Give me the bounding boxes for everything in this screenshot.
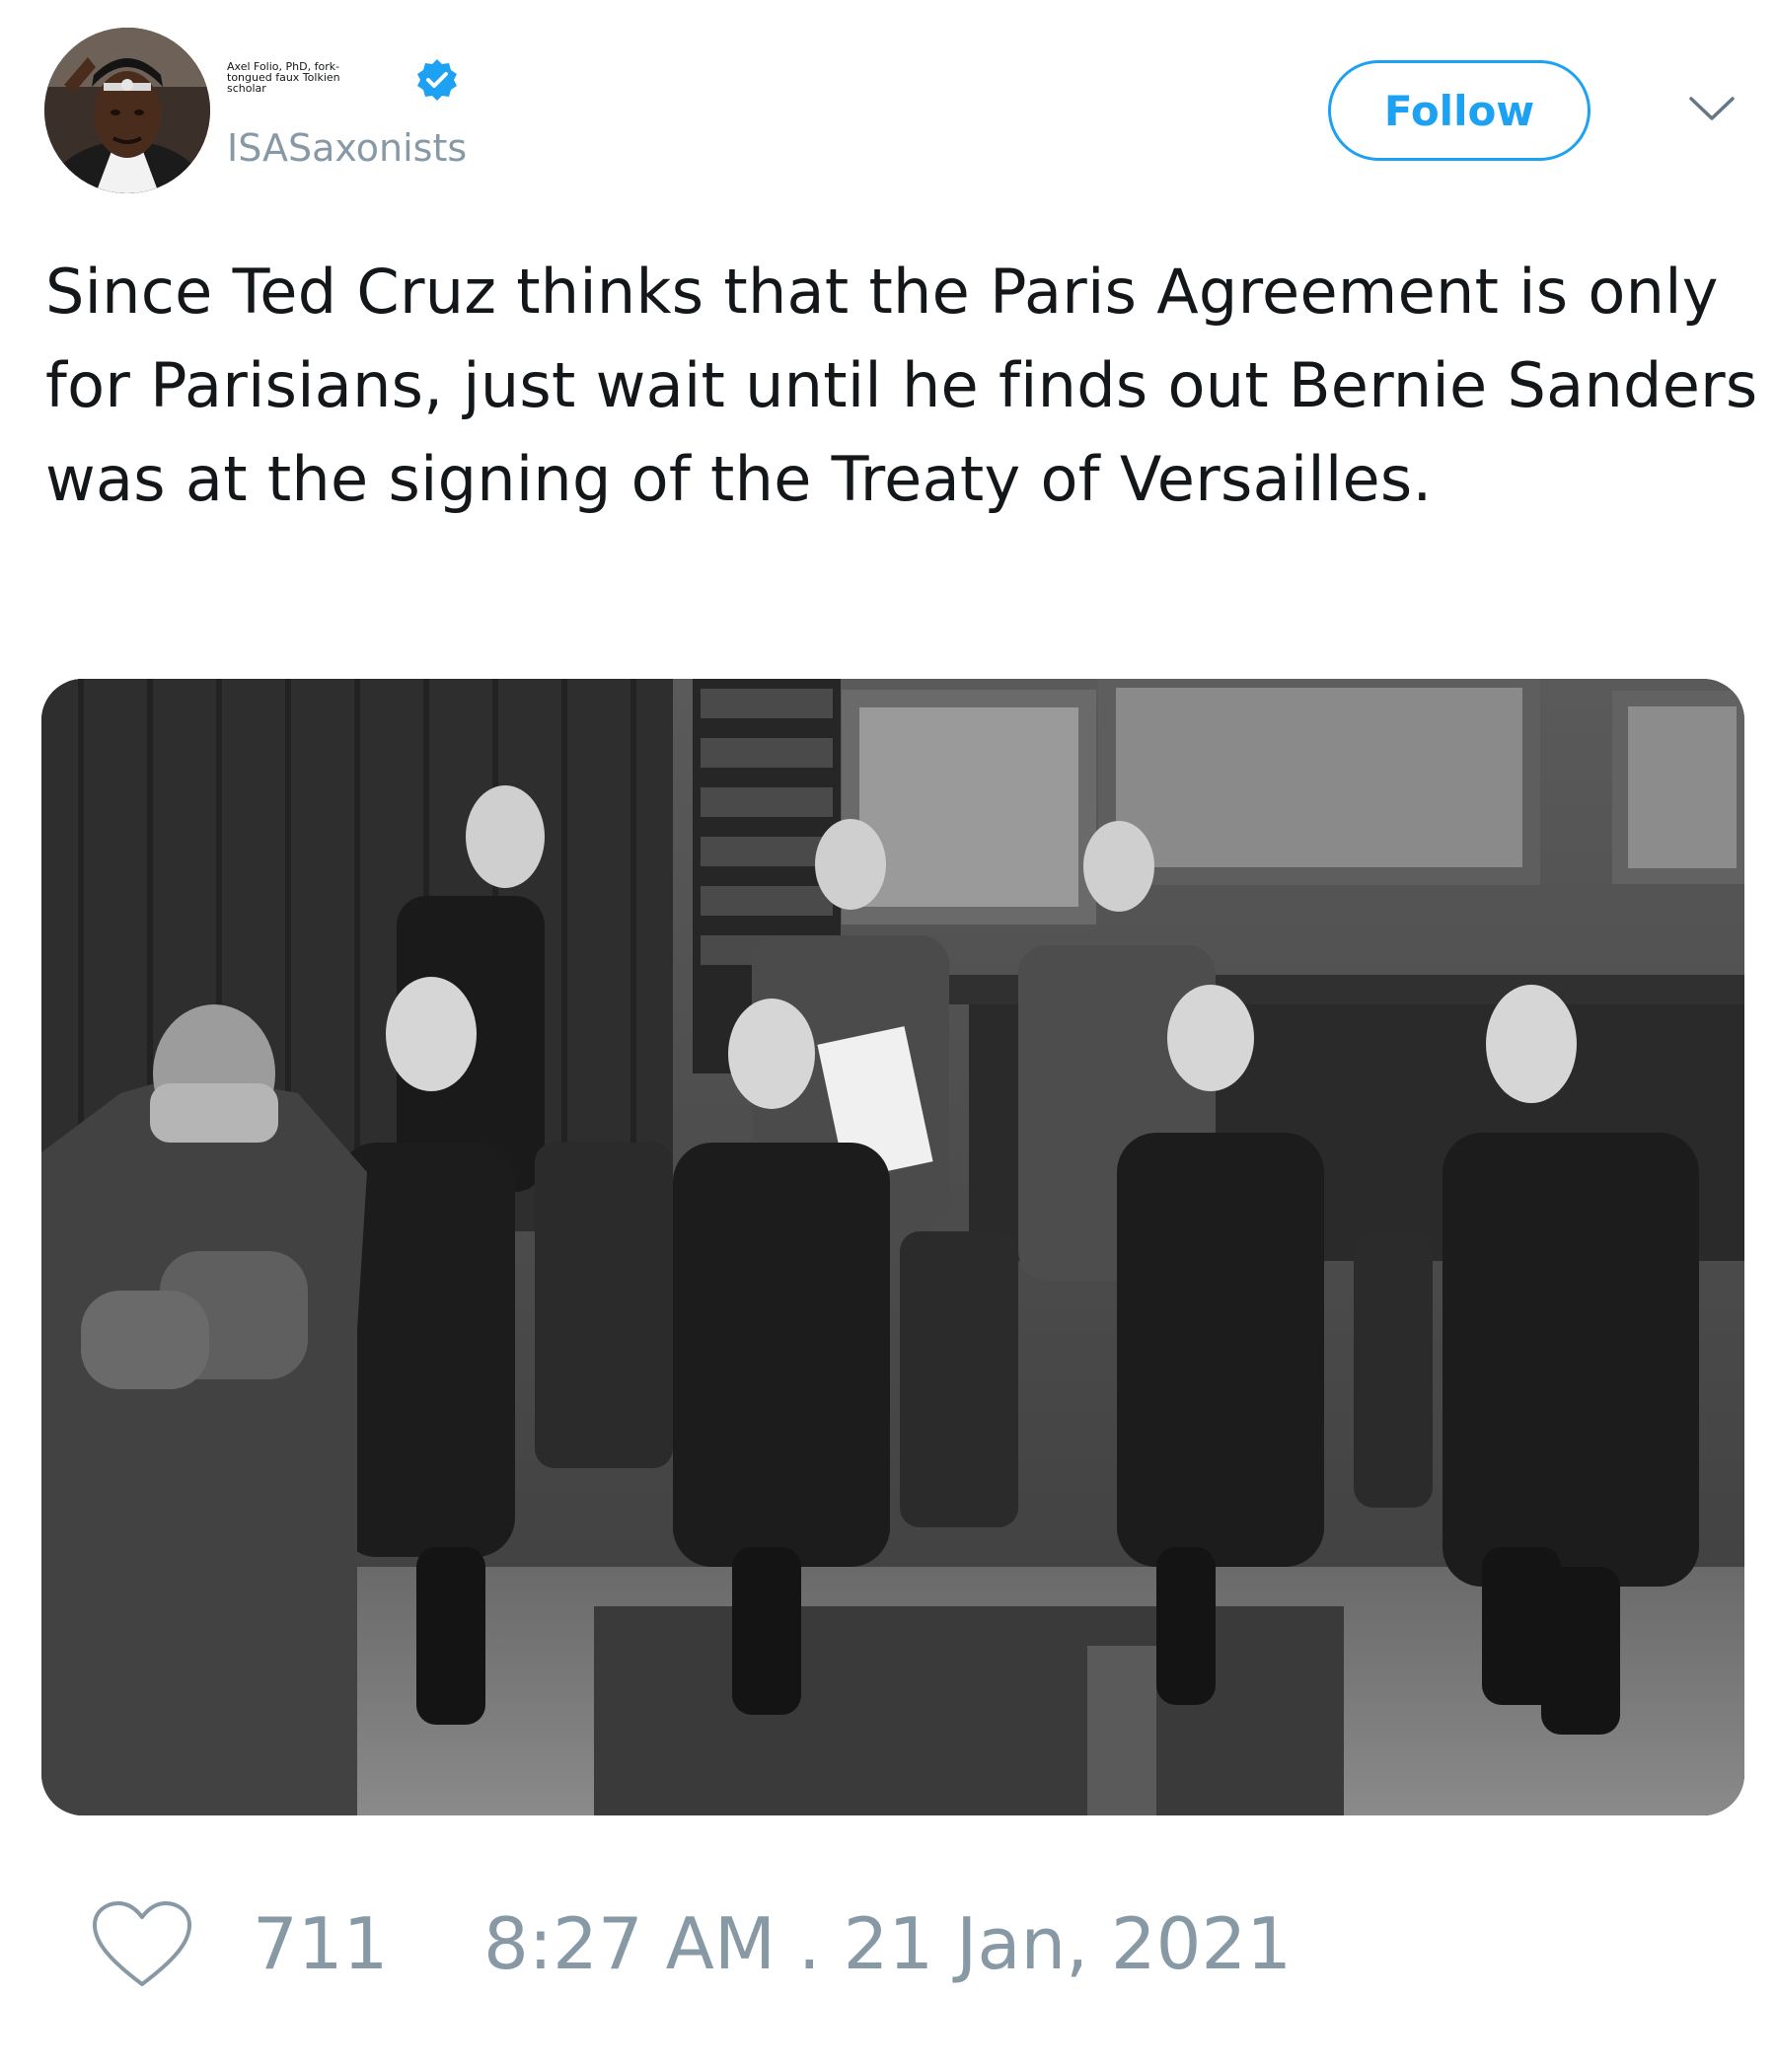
tweet-timestamp[interactable]: 8:27 AM . 21 Jan, 2021 (483, 1902, 1292, 1985)
author-handle[interactable]: ISASaxonists (227, 126, 467, 170)
tweet-photo[interactable] (41, 679, 1744, 1815)
tweet-card: Axel Folio, PhD, fork-tongued faux Tolki… (0, 0, 1776, 2072)
author-display-name[interactable]: Axel Folio, PhD, fork-tongued faux Tolki… (227, 61, 375, 94)
verified-badge-icon (417, 59, 457, 101)
avatar-image (44, 28, 210, 193)
heart-icon[interactable] (91, 1899, 193, 1990)
author-avatar[interactable] (44, 28, 210, 193)
photo-image (41, 679, 1744, 1815)
follow-button[interactable]: Follow (1328, 60, 1591, 161)
like-count: 711 (253, 1902, 389, 1985)
tweet-text: Since Ted Cruz thinks that the Paris Agr… (45, 256, 1776, 515)
chevron-down-icon[interactable] (1687, 91, 1737, 126)
